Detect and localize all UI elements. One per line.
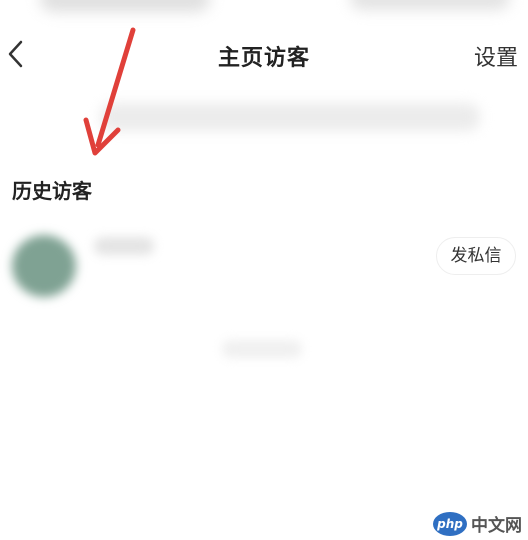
visitor-name-blurred bbox=[94, 237, 154, 255]
page-title: 主页访客 bbox=[217, 46, 310, 71]
send-private-message-button[interactable]: 发私信 bbox=[436, 237, 516, 275]
visitor-list-item[interactable]: 发私信 bbox=[0, 225, 528, 305]
watermark-text: 中文网 bbox=[471, 516, 522, 536]
settings-button[interactable]: 设置 bbox=[474, 40, 518, 72]
site-watermark: php 中文网 bbox=[433, 511, 522, 536]
blurred-list-end-hint bbox=[222, 340, 302, 358]
blurred-top-content bbox=[40, 0, 210, 12]
profile-visitors-page: 主页访客 设置 历史访客 发私信 php 中文网 bbox=[0, 0, 528, 540]
php-logo-icon: php bbox=[433, 511, 467, 536]
blurred-top-content bbox=[350, 0, 510, 10]
avatar[interactable] bbox=[12, 235, 76, 297]
blurred-content-band bbox=[100, 103, 480, 131]
history-visitors-title: 历史访客 bbox=[12, 179, 92, 203]
nav-header: 主页访客 设置 bbox=[0, 28, 528, 80]
